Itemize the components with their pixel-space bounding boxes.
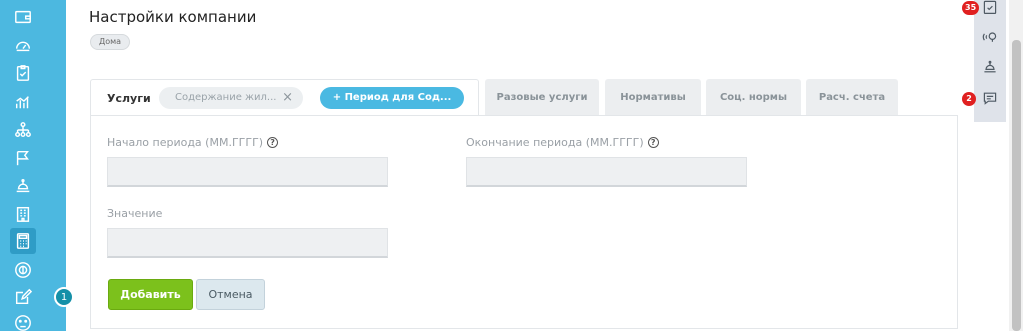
calculator-icon[interactable] xyxy=(10,228,36,254)
building-icon[interactable] xyxy=(12,203,34,225)
cancel-button[interactable]: Отмена xyxy=(196,279,265,310)
service-chip[interactable]: Содержание жил... × xyxy=(159,87,303,109)
notification-badge: 1 xyxy=(54,287,74,307)
chart-icon[interactable] xyxy=(12,91,34,113)
add-period-button[interactable]: + Период для Сод... xyxy=(320,87,464,109)
value-field[interactable] xyxy=(107,228,388,258)
chat-icon[interactable] xyxy=(980,88,1000,108)
target-icon[interactable] xyxy=(12,259,34,281)
tasks-icon[interactable] xyxy=(980,0,1000,17)
start-period-field[interactable] xyxy=(107,157,388,187)
sidebar: 1 xyxy=(0,0,74,331)
help-icon[interactable]: ? xyxy=(267,137,279,148)
edit-icon[interactable] xyxy=(12,286,34,308)
end-period-label-text: Окончание периода (ММ.ГГГГ) xyxy=(466,136,644,149)
tab-services[interactable]: Услуги Содержание жил... × + Период для … xyxy=(90,79,479,116)
scrollbar-thumb[interactable] xyxy=(1012,40,1021,331)
tab-bank-accounts[interactable]: Расч. счета xyxy=(806,79,898,115)
start-period-label: Начало периода (ММ.ГГГГ) ? xyxy=(107,136,279,149)
end-period-label: Окончание периода (ММ.ГГГГ) ? xyxy=(466,136,659,149)
tasks-badge: 35 xyxy=(962,1,980,15)
tab-one-time-services[interactable]: Разовые услуги xyxy=(485,79,599,115)
chat-badge: 2 xyxy=(962,92,976,106)
hierarchy-icon[interactable] xyxy=(12,119,34,141)
period-form: Начало периода (ММ.ГГГГ) ? Окончание пер… xyxy=(90,115,958,329)
tab-social-norms[interactable]: Соц. нормы xyxy=(706,79,801,115)
tab-services-label: Услуги xyxy=(107,92,151,105)
value-label: Значение xyxy=(107,207,163,220)
start-period-label-text: Начало периода (ММ.ГГГГ) xyxy=(107,136,264,149)
close-icon[interactable]: × xyxy=(282,87,293,109)
house-tag[interactable]: Дома xyxy=(90,34,131,50)
signal-icon[interactable] xyxy=(980,27,1000,47)
help-icon[interactable]: ? xyxy=(647,137,659,148)
bell-service-icon[interactable] xyxy=(12,175,34,197)
page-title: Настройки компании xyxy=(89,8,257,26)
flag-icon[interactable] xyxy=(12,147,34,169)
add-button[interactable]: Добавить xyxy=(108,279,193,310)
meter-icon[interactable] xyxy=(12,34,34,56)
service-chip-label: Содержание жил... xyxy=(175,92,277,103)
right-toolbar xyxy=(974,0,1006,122)
wallet-icon[interactable] xyxy=(12,6,34,28)
tab-norms[interactable]: Нормативы xyxy=(605,79,701,115)
checklist-icon[interactable] xyxy=(12,62,34,84)
service-icon[interactable] xyxy=(980,57,1000,77)
end-period-field[interactable] xyxy=(466,157,747,187)
